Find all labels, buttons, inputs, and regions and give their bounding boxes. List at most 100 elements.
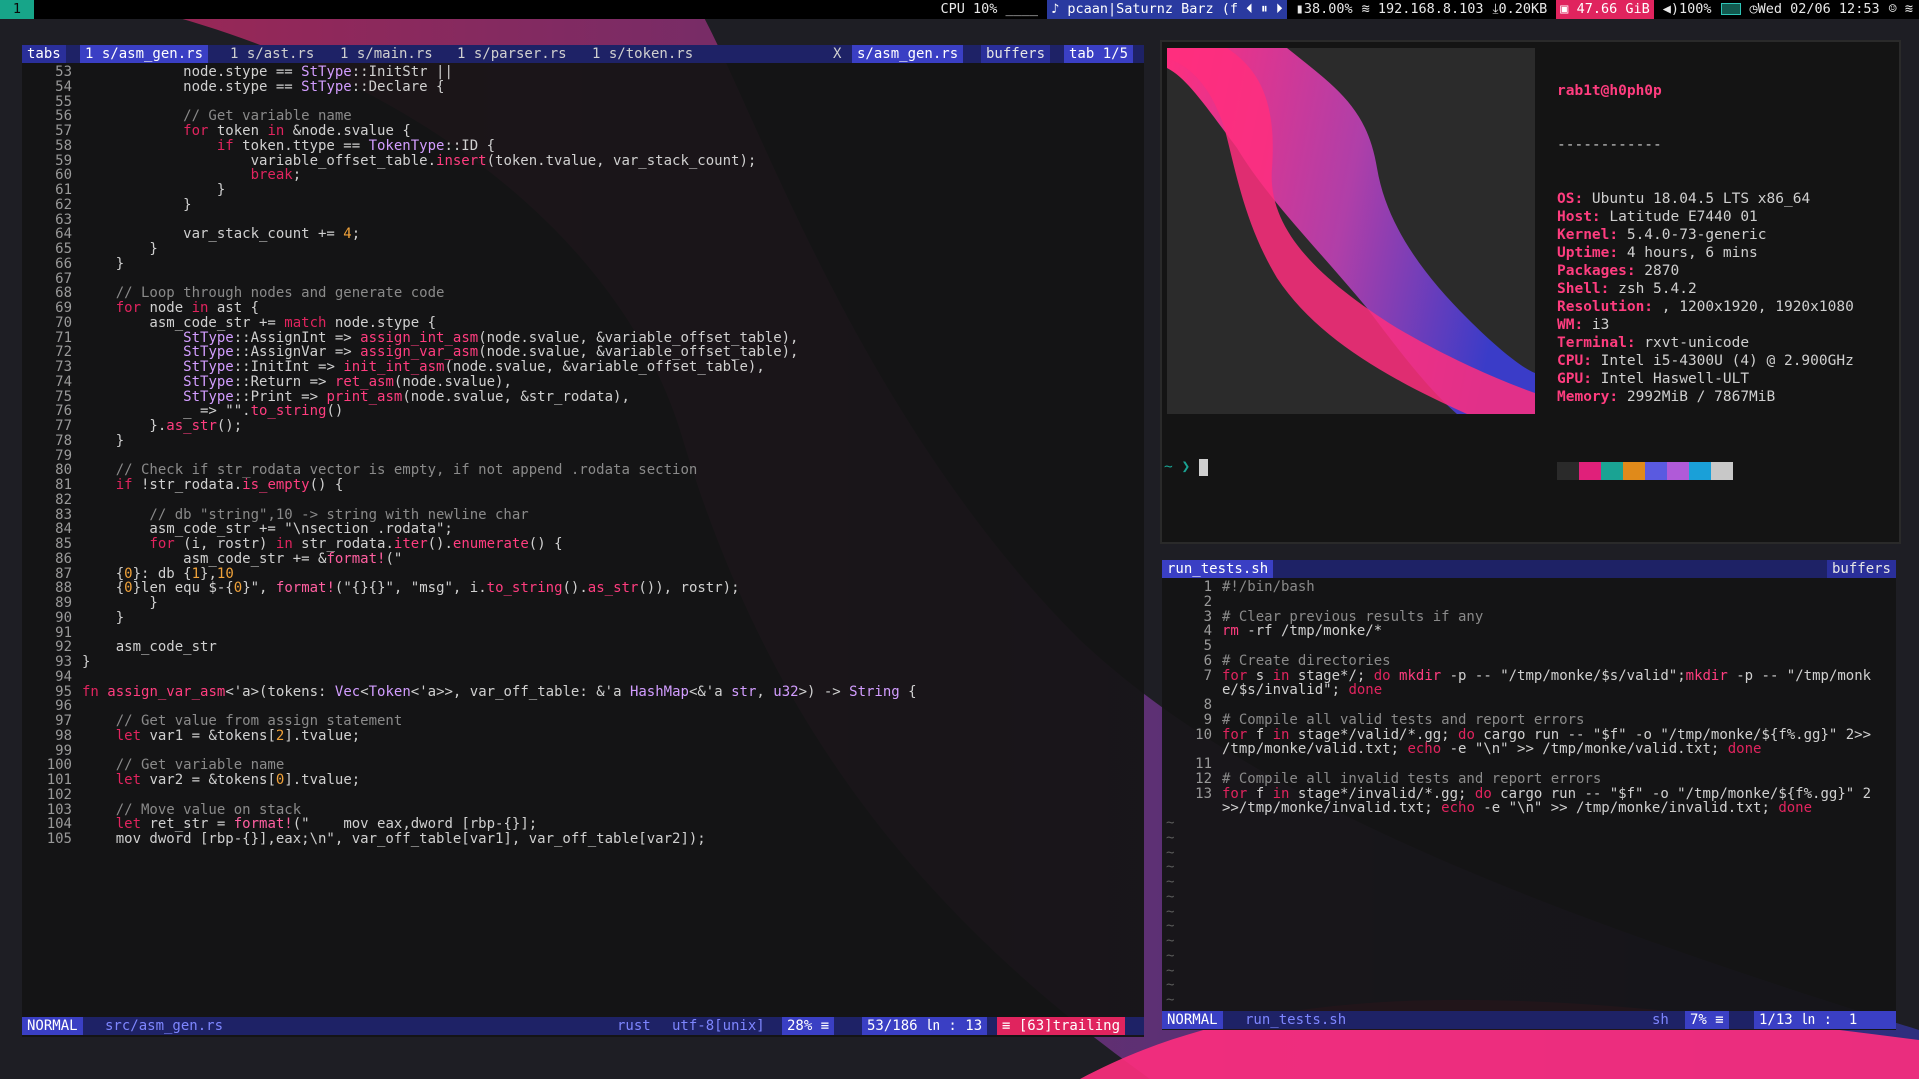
code-area[interactable]: 53 node.stype == StType::InitStr || 54 no… [22,63,1144,1017]
vim-statusline-2: NORMAL run_tests.sh sh 7% ≡ 1/13 ㏑ : 1 [1162,1011,1896,1029]
neofetch-line: WM: i3 [1557,317,1610,333]
tab-count: tab 1/5 [1064,45,1134,63]
music-track: ♪ pcaan|Saturnz Barz (f [1051,1,1238,17]
tab-asm-gen[interactable]: 1 s/asm_gen.rs [80,45,209,63]
status-filename: src/asm_gen.rs [105,1018,224,1034]
vim-editor-window-2[interactable]: run_tests.sh buffers 1 #!/bin/bash 2 3 # Cle… [1162,560,1896,1030]
tab-parser[interactable]: 1 s/parser.rs [452,45,572,63]
battery-icon: ▮ [1295,1,1304,17]
color-swatch [1623,462,1645,480]
neofetch-line: CPU: Intel i5-4300U (4) @ 2.900GHz [1557,353,1854,369]
color-swatch [1689,462,1711,480]
line-number: 13 [1195,785,1212,802]
neofetch-line: Kernel: 5.4.0-73-generic [1557,227,1767,243]
vim-editor-window[interactable]: tabs 1 s/asm_gen.rs 1 s/ast.rs 1 s/main.… [22,45,1144,1037]
status-bar: 1 CPU 10% ____ ♪ pcaan|Saturnz Barz (f ⏴… [0,0,1919,19]
line-text: } [82,255,125,272]
line-text: >>/tmp/monke/invalid.txt; echo -e "\n" >… [1222,800,1813,817]
tab-ast[interactable]: 1 s/ast.rs [225,45,319,63]
status-position: 53/186 ㏑ : 13 [862,1017,988,1035]
vim-tabline: tabs 1 s/asm_gen.rs 1 s/ast.rs 1 s/main.… [22,45,1144,63]
vim-mode-2: NORMAL [1162,1011,1223,1029]
volume-icon: ◀) [1662,1,1679,17]
cpu-usage: CPU 10% ____ [940,1,1039,17]
workspace-indicator[interactable]: 1 [0,0,34,19]
line-text: } [82,432,125,449]
status-position-2: 1/13 ㏑ : 1 [1754,1011,1896,1029]
wifi-tray-icon: ≋ [1904,1,1913,17]
code-area-2[interactable]: 1 #!/bin/bash 2 3 # Clear previous results i… [1162,578,1896,1008]
line-text: } [82,609,125,626]
line-text: let var1 = &tokens[2].tvalue; [115,727,361,744]
status-encoding: utf-8[unix] [672,1018,765,1034]
line-text: {0}len equ $-{0}", format!("{}{}", "msg"… [82,580,740,597]
battery-indicator: ▮38.00% [1295,1,1353,17]
volume-indicator[interactable]: ◀)100% [1663,0,1712,19]
line-text: } [82,196,192,213]
memory-icon: ▣ [1560,1,1569,17]
line-text: if !str_rodata.is_empty() { [115,477,344,493]
status-filetype: rust [617,1018,651,1034]
buffers-label: buffers [981,45,1051,63]
line-text: let var2 = &tokens[0].tvalue; [115,772,361,788]
neofetch-line: Uptime: 4 hours, 6 mins [1557,245,1758,261]
neofetch-user: rab1t@h0ph0p [1557,83,1662,99]
line-text: node.stype == StType::Declare { [82,78,445,95]
empty-line-marker: ~ [1166,992,1175,1008]
neofetch-line: Shell: zsh 5.4.2 [1557,281,1697,297]
neofetch-art [1167,48,1535,414]
network-ip: ≋ 192.168.8.103 [1361,1,1484,17]
status-filename-2: run_tests.sh [1245,1012,1347,1028]
tray-icons[interactable]: ☺ ≋ [1889,0,1913,19]
neofetch-line: GPU: Intel Haswell-ULT [1557,371,1750,387]
tab-main[interactable]: 1 s/main.rs [335,45,438,63]
line-text: #!/bin/bash [1222,579,1315,595]
line-text: mov dword [rbp-{}],eax;\n", var_off_tabl… [82,831,706,847]
terminal-window[interactable]: rab1t@h0ph0p ------------ OS: Ubuntu 18.… [1160,40,1901,544]
color-swatch [1557,462,1579,480]
neofetch-line: Memory: 2992MiB / 7867MiB [1557,389,1776,405]
shell-prompt[interactable]: ~ ❯ [1164,458,1208,476]
line-number: 105 [46,831,72,847]
neofetch-line: Host: Latitude E7440 01 [1557,209,1758,225]
prompt-symbol: ~ ❯ [1164,459,1191,475]
neofetch-line: Terminal: rxvt-unicode [1557,335,1750,351]
color-swatch [1667,462,1689,480]
status-percent-2: 7% ≡ [1685,1011,1729,1029]
vim-tabline-2: run_tests.sh buffers [1162,560,1896,578]
line-number: 10 [1195,726,1212,743]
line-number: 7 [1203,667,1212,684]
line-text: } [82,654,91,670]
line-text: fn assign_var_asm<'a>(tokens: Vec<Token<… [82,683,917,700]
cursor-block [1198,458,1208,476]
memory-usage: ▣ 47.66 GiB [1556,0,1654,19]
tab-run-tests[interactable]: run_tests.sh [1162,560,1274,578]
buffers-label-2: buffers [1826,560,1896,578]
prev-icon: ⏴ [1246,1,1253,17]
color-swatch [1579,462,1601,480]
color-swatch [1645,462,1667,480]
status-trailing: ≡ [63]trailing [997,1017,1126,1035]
next-icon: ⏵ [1275,1,1283,17]
neofetch-line: Packages: 2870 [1557,263,1680,279]
neofetch-line: Resolution: , 1200x1920, 1920x1080 [1557,299,1854,315]
network-download: ⤓0.20KB [1492,1,1548,17]
wifi-icon: ≋ [1361,1,1370,17]
battery-bar-icon [1720,3,1741,15]
current-buffer: s/asm_gen.rs [852,45,964,63]
discord-icon: ☺ [1888,1,1897,17]
color-swatch [1711,462,1733,480]
music-player[interactable]: ♪ pcaan|Saturnz Barz (f ⏴ ⏸ ⏵ [1047,0,1287,19]
line-text: rm -rf /tmp/monke/* [1222,623,1383,640]
vim-statusline: NORMAL src/asm_gen.rs rust utf-8[unix] 2… [22,1017,1144,1035]
tab-close-button[interactable]: X [828,45,846,63]
battery-box [1720,0,1741,19]
status-filetype-2: sh [1652,1012,1669,1028]
status-percent: 28% ≡ [782,1017,835,1035]
pause-icon: ⏸ [1261,1,1268,17]
clock: ◷Wed 02/06 12:53 [1749,1,1880,17]
tab-token[interactable]: 1 s/token.rs [587,45,698,63]
neofetch-info: rab1t@h0ph0p ------------ OS: Ubuntu 18.… [1557,46,1854,521]
line-text: /tmp/monke/valid.txt; echo -e "\n" >> /t… [1222,741,1762,758]
color-swatch [1601,462,1623,480]
